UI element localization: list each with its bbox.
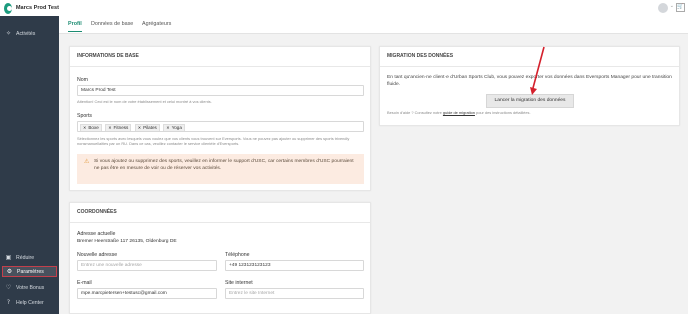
sidebar-item-collapse[interactable]: ▣ Réduire (0, 252, 59, 263)
sidebar-item-label: Help Center (16, 299, 44, 306)
sidebar-item-help-center[interactable]: ? Help Center (0, 297, 59, 308)
tab-aggregators[interactable]: Agrégateurs (142, 21, 171, 27)
app-title: Marcs Prod Test (15, 5, 59, 11)
arrow-shaft (532, 46, 545, 89)
sidebar-item-settings[interactable]: ⚙ Paramètres (2, 266, 57, 277)
arrow-head (530, 87, 537, 95)
sport-chip[interactable]: ✕ Fitness (105, 124, 132, 131)
heart-icon: ♡ (5, 284, 12, 291)
gear-icon: ⚙ (6, 268, 13, 275)
warning-text: Si vous ajoutez ou supprimez des sports,… (94, 159, 354, 171)
email-label: E-mail (77, 280, 92, 286)
tab-profile[interactable]: Profil (68, 21, 82, 32)
sidebar-item-label: Activités (16, 30, 36, 37)
warning-banner: ⚠ Si vous ajoutez ou supprimez des sport… (77, 154, 364, 184)
annotation-arrow (530, 46, 545, 95)
help-icon: ? (6, 299, 11, 306)
name-label: Nom (77, 77, 88, 83)
chevron-down-icon[interactable]: ⌄ (670, 3, 674, 9)
email-input[interactable]: mpe.marcpietersen+testusc@gmail.com (77, 288, 217, 299)
brand[interactable]: Marcs Prod Test (0, 0, 59, 16)
basic-info-card: INFORMATIONS DE BASE Nom Marcs Prod Test… (69, 46, 371, 191)
coordinates-card: COORDONNÉES Adresse actuelle Bremer Heer… (69, 202, 371, 314)
cart-icon[interactable]: 🛒 (676, 3, 685, 12)
collapse-icon: ▣ (5, 254, 12, 261)
tab-basic-data[interactable]: Données de base (91, 21, 133, 27)
warning-icon: ⚠ (84, 158, 90, 165)
name-help-text: Attention! Ceci est le nom de votre étab… (77, 99, 212, 104)
new-address-label: Nouvelle adresse (77, 252, 118, 258)
name-input[interactable]: Marcs Prod Test (77, 85, 364, 96)
sidebar: ✧ Activités ▣ Réduire ⚙ Paramètres ♡ Vot… (0, 0, 59, 314)
sport-chip[interactable]: ✕ Boxe (80, 124, 102, 131)
sports-multiselect[interactable]: ✕ Boxe ✕ Fitness ✕ Pilates ✕ Yoga (77, 121, 364, 132)
website-label: Site internet (225, 280, 253, 286)
sidebar-item-bonus[interactable]: ♡ Votre Bonus (0, 282, 59, 293)
current-address-value: Bremer Heerstraße 117 26135, Oldenburg D… (77, 239, 177, 244)
sidebar-item-label: Réduire (16, 254, 35, 261)
start-migration-button[interactable]: Lancer la migration des données (486, 94, 574, 108)
avatar[interactable] (658, 3, 668, 13)
sidebar-item-label: Paramètres (17, 268, 44, 275)
eversports-logo-icon (4, 2, 12, 14)
remove-icon[interactable]: ✕ (138, 125, 141, 130)
card-title: COORDONNÉES (70, 203, 370, 223)
current-address-label: Adresse actuelle (77, 231, 116, 237)
sport-chip[interactable]: ✕ Yoga (163, 124, 185, 131)
activities-icon: ✧ (5, 30, 12, 37)
website-input[interactable]: Entrez le site Internet (225, 288, 364, 299)
migration-guide-link[interactable]: guide de migration (443, 110, 475, 115)
card-title: INFORMATIONS DE BASE (70, 47, 370, 67)
sport-chip[interactable]: ✕ Pilates (134, 124, 160, 131)
sports-label: Sports (77, 113, 92, 119)
new-address-input[interactable]: Entrez une nouvelle adresse (77, 260, 217, 271)
tab-bar: Profil Données de base Agrégateurs (59, 16, 688, 34)
remove-icon[interactable]: ✕ (83, 125, 86, 130)
sidebar-item-label: Votre Bonus (16, 284, 45, 291)
phone-input[interactable]: +49 123123123123 (225, 260, 364, 271)
remove-icon[interactable]: ✕ (166, 125, 169, 130)
phone-label: Téléphone (225, 252, 250, 258)
sidebar-item-activities[interactable]: ✧ Activités (0, 28, 59, 39)
remove-icon[interactable]: ✕ (108, 125, 111, 130)
app-root: ✧ Activités ▣ Réduire ⚙ Paramètres ♡ Vot… (0, 0, 688, 314)
migration-help: Besoin d'aide ? Consultez notre guide de… (387, 110, 531, 115)
sports-help-text: Sélectionnez les sports avec lesquels vo… (77, 136, 350, 147)
top-bar: ⌄ 🛒 (59, 0, 688, 16)
